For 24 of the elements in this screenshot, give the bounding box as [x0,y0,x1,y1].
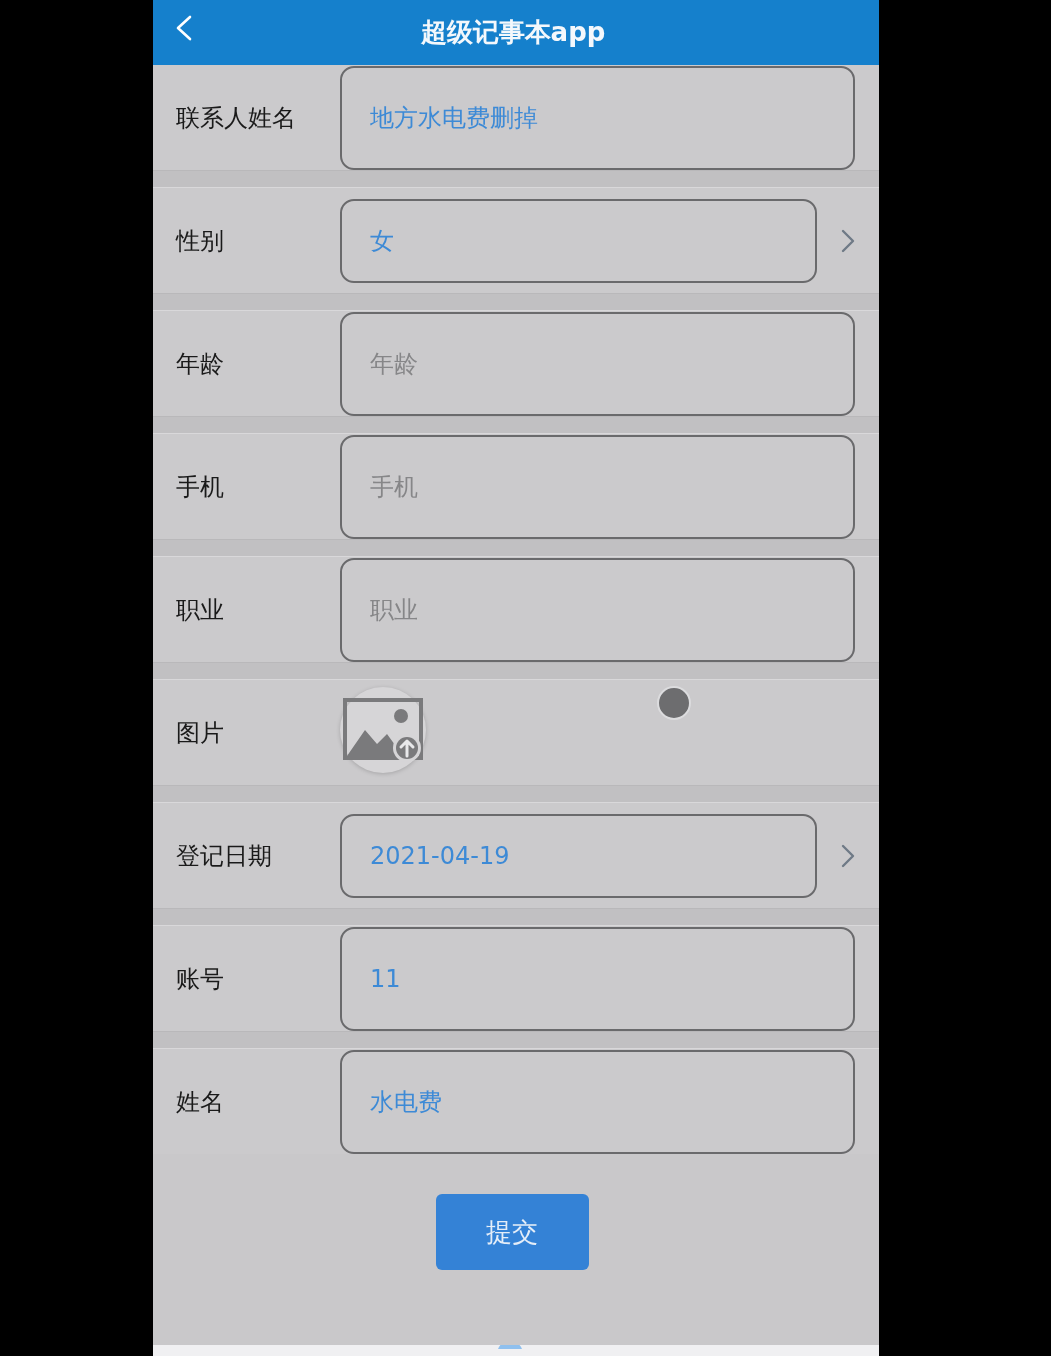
picker-field[interactable]: 女 [340,198,817,283]
image-upload-icon [343,695,423,764]
text-input-field[interactable]: 水电费 [340,1049,855,1154]
field-label: 联系人姓名 [176,102,297,134]
submit-button[interactable]: 提交 [435,1194,589,1270]
text-input-field[interactable]: 手机 [340,434,855,539]
image-upload-button[interactable] [340,686,426,773]
chevron-right-icon [841,228,855,253]
text-input-field[interactable]: 11 [340,926,855,1031]
field-label: 账号 [176,963,225,995]
app-title: 超级记事本app [419,16,607,49]
picker-field[interactable]: 2021-04-19 [340,813,817,898]
dot-icon [657,686,691,720]
text-input-field[interactable]: 年龄 [340,311,855,416]
text-input-field[interactable]: 地方水电费删掉 [340,65,855,170]
field-label: 姓名 [176,1086,225,1118]
chevron-right-icon [841,843,855,868]
field-label: 登记日期 [176,840,273,872]
field-label: 图片 [176,717,225,749]
field-label: 性别 [176,225,225,257]
text-input-field[interactable]: 职业 [340,557,855,662]
field-label: 年龄 [176,348,225,380]
field-label: 职业 [176,594,225,626]
field-label: 手机 [176,471,225,503]
